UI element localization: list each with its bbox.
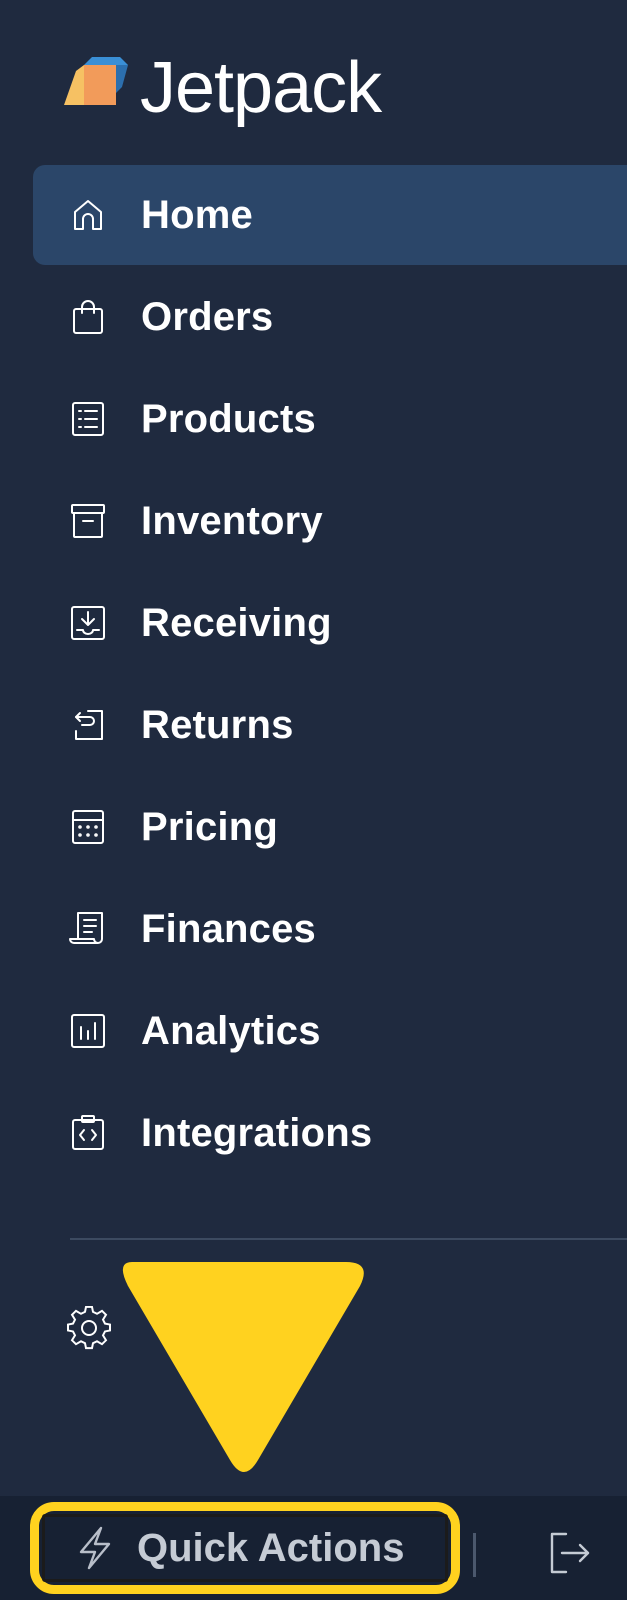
receipt-icon [67,908,109,950]
nav-label: Returns [141,702,294,747]
nav-item-home[interactable]: Home [33,165,627,265]
pointer-triangle [110,1262,380,1477]
nav-label: Receiving [141,600,332,645]
shopping-bag-icon [67,296,109,338]
gear-icon [67,1305,111,1354]
nav-label: Home [141,192,253,237]
nav-divider [70,1238,627,1240]
nav-item-returns[interactable]: Returns [33,675,627,775]
nav-label: Analytics [141,1008,321,1053]
nav-label: Integrations [141,1110,373,1155]
logo-mark-icon [64,57,130,109]
calculator-icon [67,806,109,848]
lightning-icon [75,1526,115,1570]
nav-item-analytics[interactable]: Analytics [33,981,627,1081]
logout-icon [546,1532,592,1580]
nav-item-pricing[interactable]: Pricing [33,777,627,877]
code-clipboard-icon [67,1112,109,1154]
inbox-download-icon [67,602,109,644]
bar-chart-icon [67,1010,109,1052]
archive-box-icon [67,500,109,542]
nav-item-integrations[interactable]: Integrations [33,1083,627,1183]
logout-button[interactable] [546,1530,594,1578]
quick-actions-label: Quick Actions [137,1525,405,1570]
footer-separator [473,1533,476,1577]
nav-label: Inventory [141,498,323,543]
quick-actions-button[interactable]: Quick Actions [42,1514,448,1582]
nav-label: Orders [141,294,274,339]
nav-label: Pricing [141,804,278,849]
logo-text: Jetpack [140,48,382,128]
return-arrow-icon [67,704,109,746]
sidebar: Jetpack Home Orders Products Inventory R… [0,0,627,1600]
jetpack-logo[interactable]: Jetpack [64,38,382,128]
nav-item-products[interactable]: Products [33,369,627,469]
nav-item-finances[interactable]: Finances [33,879,627,979]
nav-label: Finances [141,906,316,951]
list-icon [67,398,109,440]
nav-item-inventory[interactable]: Inventory [33,471,627,571]
home-icon [67,194,109,236]
settings-button[interactable] [67,1305,113,1354]
nav-label: Products [141,396,316,441]
nav-item-orders[interactable]: Orders [33,267,627,367]
nav-item-receiving[interactable]: Receiving [33,573,627,673]
